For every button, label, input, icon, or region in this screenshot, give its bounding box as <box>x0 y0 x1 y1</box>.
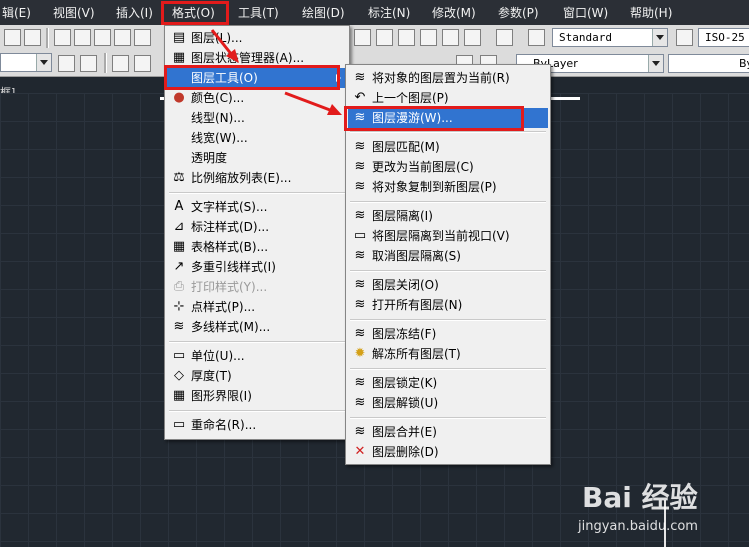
baidu-watermark-url: jingyan.baidu.com <box>578 519 698 534</box>
annotation-arrows <box>210 29 342 115</box>
baidu-watermark-logo: Bai 经验 <box>582 481 698 514</box>
arrow-to-layer-tools <box>210 29 234 56</box>
arrow-to-layer-walk <box>284 91 331 112</box>
